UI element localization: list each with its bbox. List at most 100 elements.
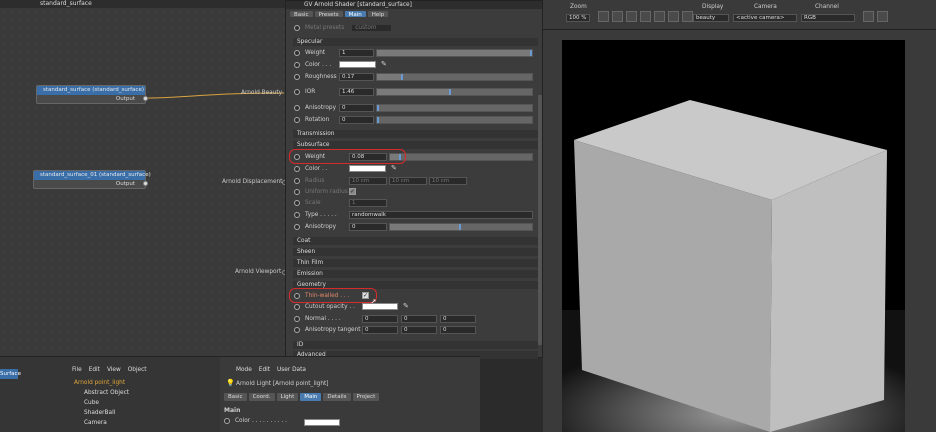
- camera-dropdown[interactable]: <active camera>: [733, 14, 797, 22]
- tree-item-shaderball[interactable]: ShaderBall: [84, 409, 115, 417]
- menu-view[interactable]: View: [107, 367, 121, 373]
- specular-weight-slider[interactable]: [376, 49, 533, 57]
- ss-anisotropy-input[interactable]: 0: [349, 223, 387, 231]
- param-radio[interactable]: [294, 200, 300, 206]
- channels-icon[interactable]: [654, 11, 665, 22]
- tab-basic[interactable]: Basic: [290, 11, 313, 18]
- tab-light[interactable]: Light: [276, 393, 299, 401]
- compare-icon[interactable]: [668, 11, 679, 22]
- tree-item-camera[interactable]: Camera: [84, 419, 107, 427]
- zoom-dropdown[interactable]: 100 %: [566, 14, 590, 22]
- tab-presets[interactable]: Presets: [314, 11, 343, 18]
- section-sheen[interactable]: Sheen: [293, 248, 538, 256]
- aniso-tangent-z-input[interactable]: 0: [440, 326, 476, 334]
- camera-icon[interactable]: [877, 11, 888, 22]
- param-radio[interactable]: [294, 50, 300, 56]
- param-radio[interactable]: [294, 25, 300, 31]
- node-standard-surface[interactable]: standard_surface (standard_surface) Outp…: [36, 85, 146, 104]
- tab-help[interactable]: Help: [367, 11, 389, 18]
- fit-view-icon[interactable]: [598, 11, 609, 22]
- param-radio[interactable]: [294, 62, 300, 68]
- node-standard-surface-01[interactable]: standard_surface_01 (standard_surface) O…: [33, 170, 151, 189]
- rotation-input[interactable]: 0: [339, 116, 374, 124]
- cutout-color-swatch[interactable]: [362, 303, 398, 310]
- ior-slider[interactable]: [376, 88, 533, 96]
- ss-weight-slider[interactable]: [389, 153, 533, 161]
- aniso-tangent-x-input[interactable]: 0: [362, 326, 398, 334]
- type-dropdown[interactable]: randomwalk: [349, 211, 533, 219]
- anisotropy-input[interactable]: 0: [339, 104, 374, 112]
- channel-dropdown[interactable]: RGB: [801, 14, 855, 22]
- normal-x-input[interactable]: 0: [362, 315, 398, 323]
- param-radio[interactable]: [294, 224, 300, 230]
- param-radio[interactable]: [294, 178, 300, 184]
- section-emission[interactable]: Emission: [293, 270, 538, 278]
- tree-item-cube[interactable]: Cube: [84, 399, 99, 407]
- roughness-input[interactable]: 0.17: [339, 73, 374, 81]
- specular-weight-input[interactable]: 1: [339, 49, 374, 57]
- menu-edit[interactable]: Edit: [259, 367, 270, 373]
- specular-color-swatch[interactable]: [339, 61, 376, 68]
- tree-item-abstract-object[interactable]: Abstract Object: [84, 389, 129, 397]
- param-radio[interactable]: [224, 418, 230, 424]
- tab-basic[interactable]: Basic: [224, 393, 247, 401]
- menu-mode[interactable]: Mode: [236, 367, 252, 373]
- panel-scrollbar[interactable]: [538, 95, 542, 345]
- anisotropy-slider[interactable]: [376, 104, 533, 112]
- snapshot-icon[interactable]: [640, 11, 651, 22]
- normal-y-input[interactable]: 0: [401, 315, 437, 323]
- output-port[interactable]: [143, 181, 148, 186]
- section-subsurface[interactable]: Subsurface: [293, 141, 538, 149]
- menu-user-data[interactable]: User Data: [277, 367, 306, 373]
- param-radio[interactable]: [294, 105, 300, 111]
- ss-anisotropy-slider[interactable]: [389, 223, 533, 231]
- param-radio[interactable]: [294, 316, 300, 322]
- tab-details[interactable]: Details: [323, 393, 351, 401]
- refresh-icon[interactable]: [863, 11, 874, 22]
- param-radio[interactable]: [294, 74, 300, 80]
- tab-main[interactable]: Main: [344, 11, 366, 18]
- ss-color-swatch[interactable]: [349, 165, 386, 172]
- uniform-radius-checkbox[interactable]: ✓: [349, 188, 356, 195]
- rotation-slider[interactable]: [376, 116, 533, 124]
- param-radio[interactable]: [294, 189, 300, 195]
- metal-presets-dropdown[interactable]: custom: [352, 25, 391, 31]
- section-id[interactable]: ID: [293, 341, 538, 349]
- menu-edit[interactable]: Edit: [89, 367, 100, 373]
- aniso-tangent-y-input[interactable]: 0: [401, 326, 437, 334]
- display-dropdown[interactable]: beauty: [693, 14, 729, 22]
- tab-project[interactable]: Project: [352, 393, 380, 401]
- param-radio[interactable]: [294, 117, 300, 123]
- param-radio[interactable]: [294, 212, 300, 218]
- section-transmission[interactable]: Transmission: [293, 130, 538, 138]
- eyedropper-icon[interactable]: ✎: [381, 60, 387, 68]
- light-color-swatch[interactable]: [304, 419, 340, 426]
- tab-coord[interactable]: Coord.: [248, 393, 275, 401]
- render-view[interactable]: [562, 40, 905, 432]
- section-thin-film[interactable]: Thin Film: [293, 259, 538, 267]
- normal-z-input[interactable]: 0: [440, 315, 476, 323]
- tab-main[interactable]: Main: [300, 393, 322, 401]
- menu-file[interactable]: File: [72, 367, 82, 373]
- node-editor[interactable]: standard_surface standard_surface (stand…: [0, 0, 287, 356]
- param-radio[interactable]: [294, 327, 300, 333]
- radius-g-input[interactable]: 10 cm: [389, 177, 427, 185]
- menu-object[interactable]: Object: [128, 367, 147, 373]
- section-coat[interactable]: Coat: [293, 237, 538, 245]
- ior-input[interactable]: 1.46: [339, 88, 374, 96]
- eyedropper-icon[interactable]: ✎: [391, 164, 397, 172]
- region-icon[interactable]: [626, 11, 637, 22]
- scale-input[interactable]: 1: [349, 199, 387, 207]
- param-radio[interactable]: [294, 304, 300, 310]
- radius-r-input[interactable]: 10 cm: [349, 177, 387, 185]
- grid-icon[interactable]: [612, 11, 623, 22]
- param-radio[interactable]: [294, 89, 300, 95]
- text-icon[interactable]: [682, 11, 693, 22]
- eyedropper-icon[interactable]: ✎: [403, 302, 409, 310]
- surface-tag[interactable]: Surface: [0, 369, 21, 379]
- param-radio[interactable]: [294, 166, 300, 172]
- section-specular[interactable]: Specular: [293, 38, 538, 46]
- radius-b-input[interactable]: 10 cm: [429, 177, 467, 185]
- roughness-slider[interactable]: [376, 73, 533, 81]
- tree-item-arnold-point-light[interactable]: Arnold point_light: [74, 379, 125, 387]
